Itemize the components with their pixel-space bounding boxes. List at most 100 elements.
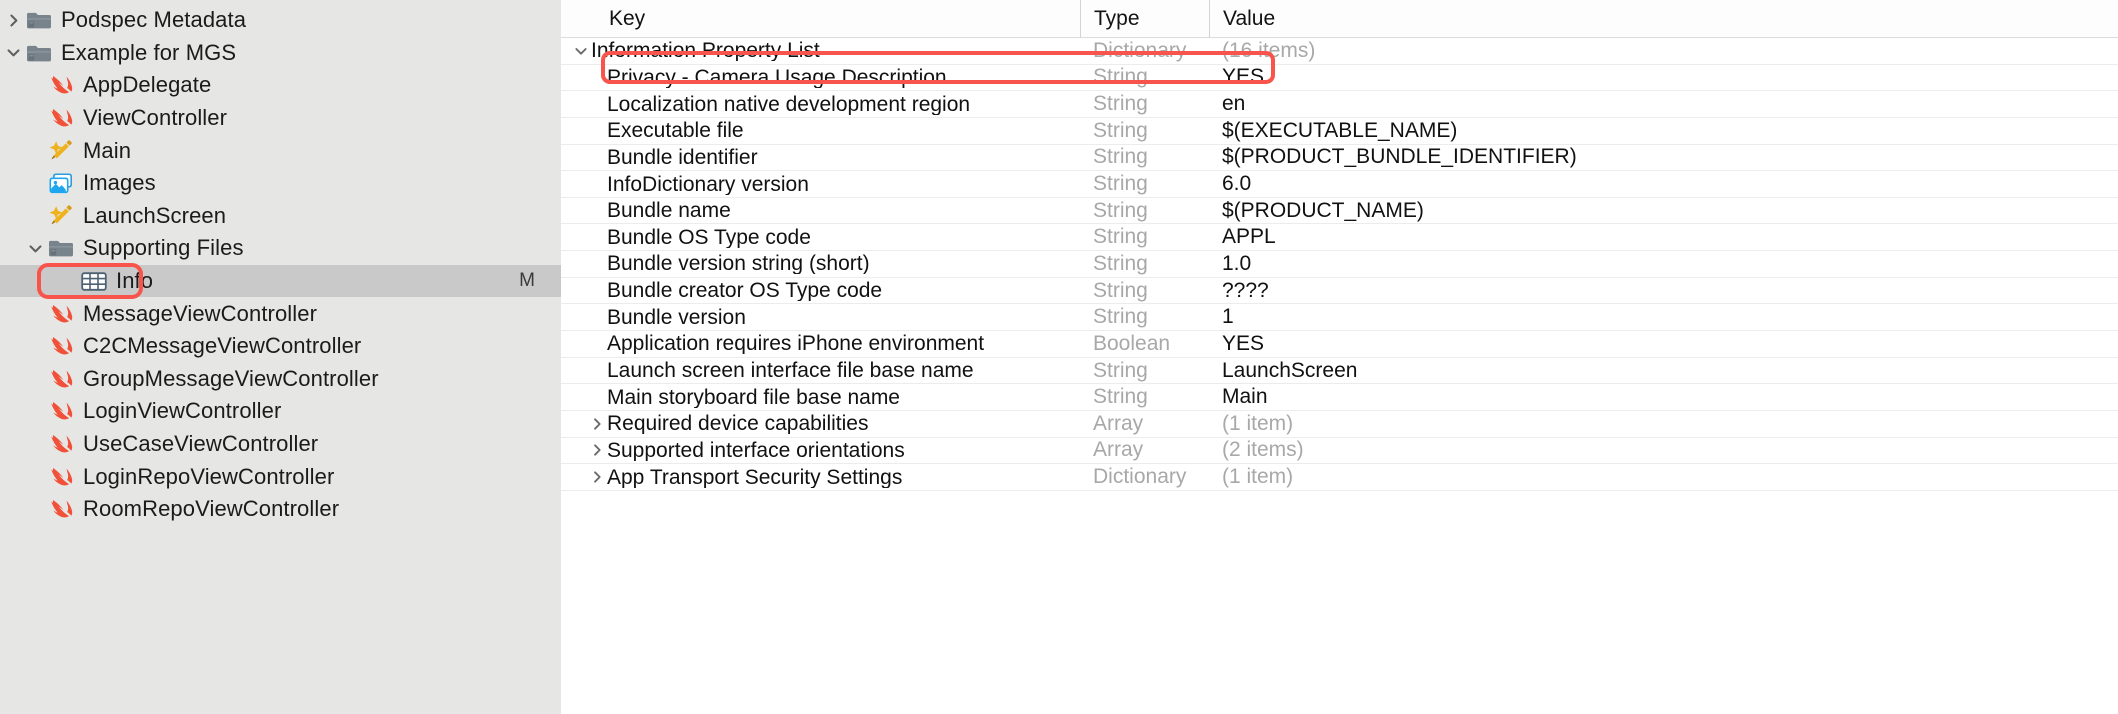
table-row[interactable]: Localization native development region St… xyxy=(561,91,2118,118)
cell-key[interactable]: Application requires iPhone environment xyxy=(561,333,1080,354)
cell-type[interactable]: String xyxy=(1080,65,1209,89)
table-row[interactable]: Bundle OS Type code String APPL xyxy=(561,224,2118,252)
cell-key[interactable]: Bundle name xyxy=(561,200,1080,221)
cell-type[interactable]: Array xyxy=(1080,412,1209,436)
cell-type[interactable]: String xyxy=(1080,359,1209,383)
sidebar-item-main[interactable]: Main xyxy=(0,134,561,167)
cell-type[interactable]: String xyxy=(1080,92,1209,116)
cell-key[interactable]: Main storyboard file base name xyxy=(561,387,1080,408)
cell-value[interactable]: $(EXECUTABLE_NAME) xyxy=(1209,119,2118,143)
table-row[interactable]: Bundle creator OS Type code String???? xyxy=(561,277,2118,305)
chevron-down-icon[interactable] xyxy=(571,44,591,58)
cell-value[interactable]: (1 item) xyxy=(1209,412,2118,436)
table-row[interactable]: InfoDictionary version String 6.0 xyxy=(561,171,2118,198)
cell-value[interactable]: LaunchScreen xyxy=(1209,359,2118,383)
table-row[interactable]: App Transport Security Settings Dictionar… xyxy=(561,464,2118,491)
column-header-key[interactable]: Key xyxy=(561,0,1080,38)
cell-value[interactable]: 6.0 xyxy=(1209,172,2118,196)
table-row[interactable]: Bundle identifier String $(PRODUCT_BUNDLE_… xyxy=(561,144,2118,172)
table-row[interactable]: Supported interface orientations Array (2 … xyxy=(561,437,2118,465)
sidebar-item-loginviewcontroller[interactable]: LoginViewController xyxy=(0,395,561,428)
plist-key-label: Bundle version xyxy=(607,306,746,328)
plist-table-body[interactable]: Information Property List Dictionary (16 i… xyxy=(561,38,2118,491)
chevron-down-icon[interactable] xyxy=(2,45,24,60)
cell-value[interactable]: $(PRODUCT_BUNDLE_IDENTIFIER) xyxy=(1209,145,2118,169)
sidebar-item-loginrepoviewcontroller[interactable]: LoginRepoViewController xyxy=(0,460,561,493)
cell-key[interactable]: Supported interface orientations xyxy=(561,440,1080,461)
cell-key[interactable]: Bundle version xyxy=(561,307,1080,328)
sidebar-item-supporting-files[interactable]: Supporting Files xyxy=(0,232,561,265)
sidebar-item-viewcontroller[interactable]: ViewController xyxy=(0,102,561,135)
cell-key[interactable]: Privacy - Camera Usage Description xyxy=(561,67,1080,88)
chevron-right-icon[interactable] xyxy=(2,13,24,28)
chevron-down-icon[interactable] xyxy=(24,241,46,256)
cell-type[interactable]: Dictionary xyxy=(1080,465,1209,489)
chevron-right-icon[interactable] xyxy=(587,443,607,457)
table-row[interactable]: Privacy - Camera Usage Description String… xyxy=(561,64,2118,92)
sidebar-item-label: RoomRepoViewController xyxy=(83,496,340,522)
cell-type[interactable]: String xyxy=(1080,385,1209,409)
cell-value[interactable]: (16 items) xyxy=(1209,39,2118,63)
cell-value[interactable]: 1 xyxy=(1209,305,2118,329)
cell-value[interactable]: YES xyxy=(1209,332,2118,356)
cell-value[interactable]: 1.0 xyxy=(1209,252,2118,276)
cell-type[interactable]: String xyxy=(1080,225,1209,249)
table-row[interactable]: Main storyboard file base name String Main xyxy=(561,384,2118,411)
cell-type[interactable]: String xyxy=(1080,119,1209,143)
sidebar-item-usecaseviewcontroller[interactable]: UseCaseViewController xyxy=(0,428,561,461)
table-row[interactable]: Required device capabilities Array (1 item… xyxy=(561,410,2118,438)
cell-key[interactable]: Required device capabilities xyxy=(561,413,1080,434)
sidebar-item-appdelegate[interactable]: AppDelegate xyxy=(0,69,561,102)
sidebar-item-roomrepoviewcontroller[interactable]: RoomRepoViewController xyxy=(0,493,561,526)
cell-value[interactable]: YES xyxy=(1209,65,2118,89)
cell-value[interactable]: $(PRODUCT_NAME) xyxy=(1209,199,2118,223)
table-row[interactable]: Application requires iPhone environment B… xyxy=(561,331,2118,358)
cell-key[interactable]: App Transport Security Settings xyxy=(561,467,1080,488)
chevron-right-icon[interactable] xyxy=(587,470,607,484)
table-row[interactable]: Launch screen interface file base name St… xyxy=(561,357,2118,385)
table-row[interactable]: Bundle name String $(PRODUCT_NAME) xyxy=(561,197,2118,225)
cell-value[interactable]: APPL xyxy=(1209,225,2118,249)
cell-type[interactable]: String xyxy=(1080,252,1209,276)
cell-value[interactable]: ???? xyxy=(1209,279,2118,303)
sidebar-item-launchscreen[interactable]: LaunchScreen xyxy=(0,200,561,233)
project-navigator-list[interactable]: Podspec Metadata Example for MGS AppDelega… xyxy=(0,4,561,526)
cell-key[interactable]: InfoDictionary version xyxy=(561,174,1080,195)
cell-type[interactable]: Boolean xyxy=(1080,332,1209,356)
sidebar-item-info[interactable]: Info M xyxy=(0,264,561,298)
cell-value[interactable]: (2 items) xyxy=(1209,438,2118,462)
cell-value[interactable]: en xyxy=(1209,92,2118,116)
cell-type[interactable]: String xyxy=(1080,279,1209,303)
cell-key[interactable]: Localization native development region xyxy=(561,94,1080,115)
cell-type[interactable]: Array xyxy=(1080,438,1209,462)
cell-type[interactable]: String xyxy=(1080,172,1209,196)
cell-key[interactable]: Bundle identifier xyxy=(561,147,1080,168)
cell-key[interactable]: Bundle OS Type code xyxy=(561,227,1080,248)
table-row[interactable]: Executable file String $(EXECUTABLE_NAME) xyxy=(561,117,2118,145)
sidebar-item-example-for-mgs[interactable]: Example for MGS xyxy=(0,37,561,70)
sidebar-item-groupmessageviewcontroller[interactable]: GroupMessageViewController xyxy=(0,363,561,396)
sidebar-item-images[interactable]: Images xyxy=(0,167,561,200)
property-list-editor[interactable]: Key Type Value Information Property List… xyxy=(561,0,2118,714)
sidebar-item-podspec-metadata[interactable]: Podspec Metadata xyxy=(0,4,561,37)
project-navigator-sidebar[interactable]: Podspec Metadata Example for MGS AppDelega… xyxy=(0,0,561,714)
column-header-value[interactable]: Value xyxy=(1209,0,2118,38)
cell-type[interactable]: String xyxy=(1080,199,1209,223)
cell-type[interactable]: String xyxy=(1080,305,1209,329)
cell-type[interactable]: String xyxy=(1080,145,1209,169)
cell-key[interactable]: Executable file xyxy=(561,120,1080,141)
table-row[interactable]: Bundle version String 1 xyxy=(561,304,2118,332)
cell-value[interactable]: (1 item) xyxy=(1209,465,2118,489)
cell-value[interactable]: Main xyxy=(1209,385,2118,409)
cell-key[interactable]: Launch screen interface file base name xyxy=(561,360,1080,381)
sidebar-item-c2cmessageviewcontroller[interactable]: C2CMessageViewController xyxy=(0,330,561,363)
table-row[interactable]: Information Property List Dictionary (16 i… xyxy=(561,38,2118,65)
cell-key[interactable]: Information Property List xyxy=(561,40,1080,61)
cell-key[interactable]: Bundle creator OS Type code xyxy=(561,280,1080,301)
table-row[interactable]: Bundle version string (short) String 1.0 xyxy=(561,251,2118,278)
cell-type[interactable]: Dictionary xyxy=(1080,39,1209,63)
cell-key[interactable]: Bundle version string (short) xyxy=(561,253,1080,274)
chevron-right-icon[interactable] xyxy=(587,417,607,431)
column-header-type[interactable]: Type xyxy=(1080,0,1209,38)
sidebar-item-messageviewcontroller[interactable]: MessageViewController xyxy=(0,297,561,330)
